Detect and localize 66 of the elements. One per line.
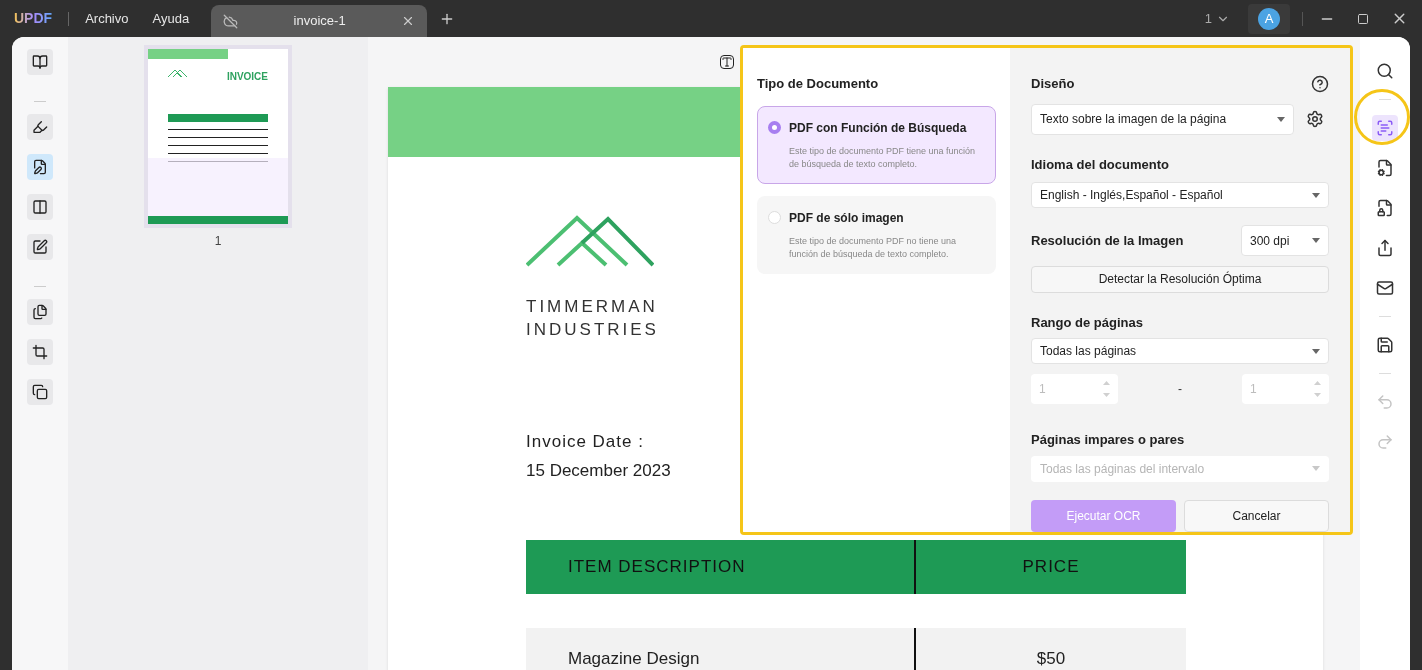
book-tool[interactable]	[27, 49, 53, 75]
column-header: PRICE	[1021, 556, 1081, 578]
text-recognition-icon[interactable]	[720, 55, 734, 69]
field-label: Diseño	[1031, 75, 1075, 93]
book-icon	[32, 54, 48, 70]
ocr-icon	[1376, 119, 1394, 137]
redo-icon	[1376, 433, 1394, 451]
option-title: PDF de sólo imagen	[789, 209, 905, 227]
option-title: PDF con Función de Búsqueda	[789, 119, 968, 137]
thumbnail-title: INVOICE	[226, 70, 268, 84]
option-description: Este tipo de documento PDF no tiene una función de búsqueda de texto completo.	[789, 234, 958, 261]
menu-item[interactable]: Archivo	[85, 8, 129, 29]
edit-document-tool[interactable]	[27, 154, 53, 180]
caret-icon	[1312, 348, 1320, 354]
section-title: Tipo de Documento	[757, 75, 880, 93]
field-label: Rango de páginas	[1031, 313, 1144, 332]
protect-icon	[1376, 199, 1394, 217]
option-description: Este tipo de documento PDF tiene una función de búsqueda de texto completo.	[789, 144, 977, 171]
resolution-dropdown[interactable]: 300 dpi	[1241, 225, 1329, 257]
crop-icon	[32, 344, 48, 360]
field-label: Resolución de la Imagen	[1031, 232, 1184, 250]
highlighter-tool[interactable]	[27, 114, 53, 140]
cancel-button[interactable]: Cancelar	[1184, 500, 1329, 532]
caret-icon	[1312, 238, 1320, 244]
settings-icon[interactable]	[1306, 110, 1324, 128]
tab-label: invoice-1	[292, 12, 347, 31]
pages-icon	[32, 304, 48, 320]
layout-dropdown[interactable]: Texto sobre la imagen de la página	[1031, 103, 1294, 135]
highlighter-icon	[32, 119, 48, 135]
crop-tool[interactable]	[27, 339, 53, 365]
caret-icon	[1277, 116, 1285, 122]
language-dropdown[interactable]: English - Inglés,Español - Español	[1031, 182, 1329, 209]
company-name: TIMMERMAN	[526, 296, 658, 318]
save-icon	[1376, 336, 1394, 354]
column-header: ITEM DESCRIPTION	[526, 540, 916, 594]
cloud-off-icon	[223, 13, 239, 29]
search-icon	[1376, 62, 1394, 80]
pages-tool[interactable]	[27, 299, 53, 325]
table-cell-text: $50	[1035, 648, 1067, 670]
table-cell: Magazine Design	[526, 628, 916, 670]
help-icon[interactable]	[1311, 74, 1329, 93]
field-label: Páginas impares o pares	[1031, 431, 1186, 450]
page-number: 1	[214, 233, 222, 250]
document-type-option[interactable]: PDF con Función de Búsqueda Este tipo de documento PDF tiene una función de búsqueda de texto completo.	[757, 105, 996, 184]
field-label: Idioma del documento	[1031, 155, 1170, 174]
ocr-button[interactable]	[1372, 115, 1398, 141]
caret-icon	[1312, 192, 1320, 198]
invoice-date-label: Invoice Date :	[526, 431, 644, 453]
invoice-date: 15 December 2023	[526, 459, 671, 482]
undo-icon	[1376, 393, 1394, 411]
caret-icon	[1312, 466, 1320, 472]
menu-item[interactable]: Ayuda	[152, 8, 190, 29]
mail-icon	[1376, 279, 1394, 297]
company-name: INDUSTRIES	[526, 319, 659, 341]
document-type-option[interactable]: PDF de sólo imagen Este tipo de documento PDF no tiene una función de búsqueda de texto completo.	[757, 195, 996, 274]
logo-icon	[168, 69, 188, 77]
spinner-arrows-icon	[1103, 380, 1110, 399]
detect-resolution-button[interactable]: Detectar la Resolución Óptima	[1031, 266, 1329, 293]
maximize-icon[interactable]	[1357, 12, 1369, 25]
document-tab[interactable]: invoice-1	[211, 5, 428, 37]
edit-document-icon	[32, 159, 48, 175]
page-count-dropdown[interactable]: 1	[1204, 8, 1230, 29]
range-separator: -	[1178, 381, 1182, 399]
share-icon	[1376, 239, 1394, 257]
radio-button[interactable]	[768, 120, 781, 134]
spinner-arrows-icon	[1314, 380, 1321, 399]
